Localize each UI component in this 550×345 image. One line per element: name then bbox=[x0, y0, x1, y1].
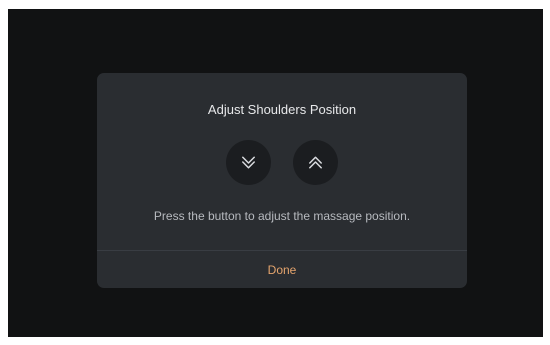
double-chevron-down-icon bbox=[242, 156, 255, 169]
dialog-title: Adjust Shoulders Position bbox=[207, 102, 357, 117]
app-screen: Adjust Shoulders Position Press the butt… bbox=[8, 9, 543, 337]
adjust-position-dialog: Adjust Shoulders Position Press the butt… bbox=[97, 73, 467, 288]
done-button[interactable]: Done bbox=[97, 251, 467, 288]
dialog-description: Press the button to adjust the massage p… bbox=[153, 209, 411, 223]
position-buttons bbox=[97, 140, 467, 185]
double-chevron-up-icon bbox=[309, 156, 322, 169]
move-down-button[interactable] bbox=[226, 140, 271, 185]
move-up-button[interactable] bbox=[293, 140, 338, 185]
